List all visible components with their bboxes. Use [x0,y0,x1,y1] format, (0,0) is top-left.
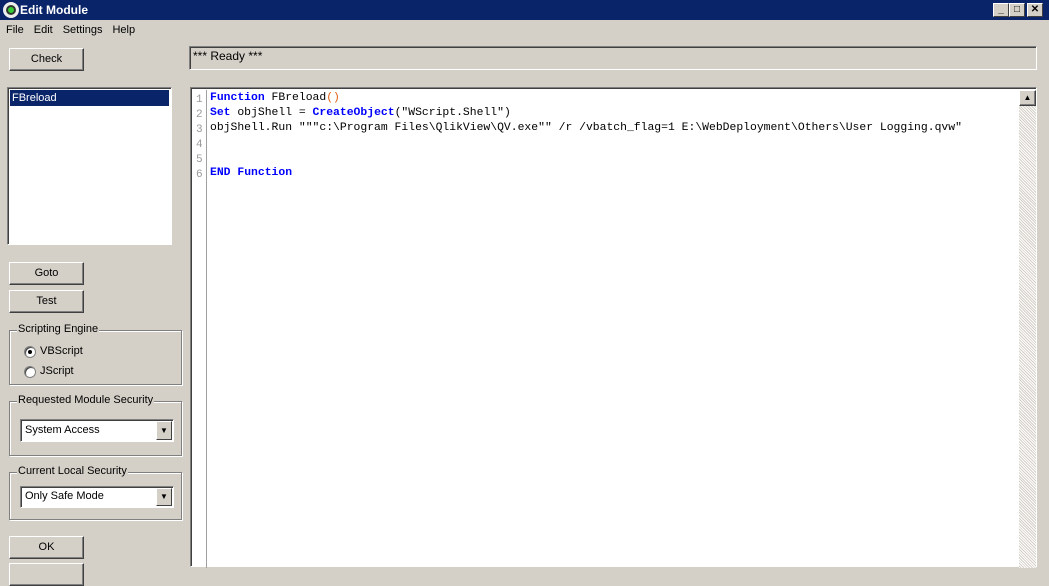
menu-bar: File Edit Settings Help [0,20,139,40]
status-box: *** Ready *** [189,46,1037,70]
chevron-down-icon[interactable]: ▼ [156,421,172,440]
scroll-up-arrow-icon[interactable]: ▲ [1019,90,1036,106]
line-number: 5 [196,154,203,166]
select-value: Only Safe Mode [25,490,104,502]
qlikview-logo-icon [3,2,19,18]
keyword-token: Set [210,107,231,119]
line-number: 6 [196,169,203,181]
group-label: Current Local Security [17,465,128,477]
line-number: 1 [196,94,203,106]
local-security-select[interactable]: Only Safe Mode ▼ [20,486,174,508]
menu-file[interactable]: File [6,24,24,36]
requested-security-select[interactable]: System Access ▼ [20,419,174,442]
code-line: Set objShell = CreateObject("WScript.She… [210,107,511,119]
maximize-button[interactable]: □ [1009,3,1025,17]
close-button[interactable]: ✕ [1027,3,1043,17]
line-number: 3 [196,124,203,136]
code-token: () [326,92,340,104]
goto-button[interactable]: Goto [9,262,84,285]
window-title: Edit Module [20,3,88,17]
test-button[interactable]: Test [9,290,84,313]
jscript-label: JScript [40,365,74,377]
line-number-gutter: 1 2 3 4 5 6 [193,90,207,568]
vbscript-radio[interactable] [24,346,36,358]
module-list[interactable]: FBreload [7,87,172,245]
code-token: ("WScript.Shell") [394,107,511,119]
chevron-down-icon[interactable]: ▼ [156,488,172,506]
title-bar: Edit Module _ □ ✕ [0,0,1049,20]
line-number: 2 [196,109,203,121]
jscript-radio[interactable] [24,366,36,378]
code-token: objShell = [230,107,313,119]
vertical-scrollbar[interactable]: ▲ [1019,90,1036,568]
keyword-token: CreateObject [312,107,395,119]
list-item[interactable]: FBreload [10,90,169,106]
keyword-token: Function [237,167,293,179]
code-line: END Function [210,167,292,179]
menu-edit[interactable]: Edit [34,24,53,36]
menu-settings[interactable]: Settings [63,24,103,36]
group-label: Scripting Engine [17,323,100,335]
code-token: objShell.Run """c:\Program Files\QlikVie… [210,122,962,134]
group-label: Requested Module Security [17,394,155,406]
vbscript-label: VBScript [40,345,83,357]
keyword-token: Function [210,92,265,104]
code-line: Function FBreload() [210,92,340,104]
code-editor[interactable]: 1 2 3 4 5 6 Function FBreload() Set objShell =… [190,87,1037,568]
local-security-group: Current Local Security Only Safe Mode ▼ [9,465,182,520]
check-button[interactable]: Check [9,48,84,71]
keyword-token: END [210,167,231,179]
menu-help[interactable]: Help [112,24,135,36]
select-value: System Access [25,424,100,436]
ok-button[interactable]: OK [9,536,84,559]
code-token: FBreload [264,92,327,104]
scripting-engine-group: Scripting Engine VBScript JScript [9,323,182,385]
minimize-button[interactable]: _ [993,3,1009,17]
line-number: 4 [196,139,203,151]
cancel-button[interactable] [9,563,84,586]
requested-security-group: Requested Module Security System Access … [9,394,182,456]
code-line: objShell.Run """c:\Program Files\QlikVie… [210,122,962,134]
